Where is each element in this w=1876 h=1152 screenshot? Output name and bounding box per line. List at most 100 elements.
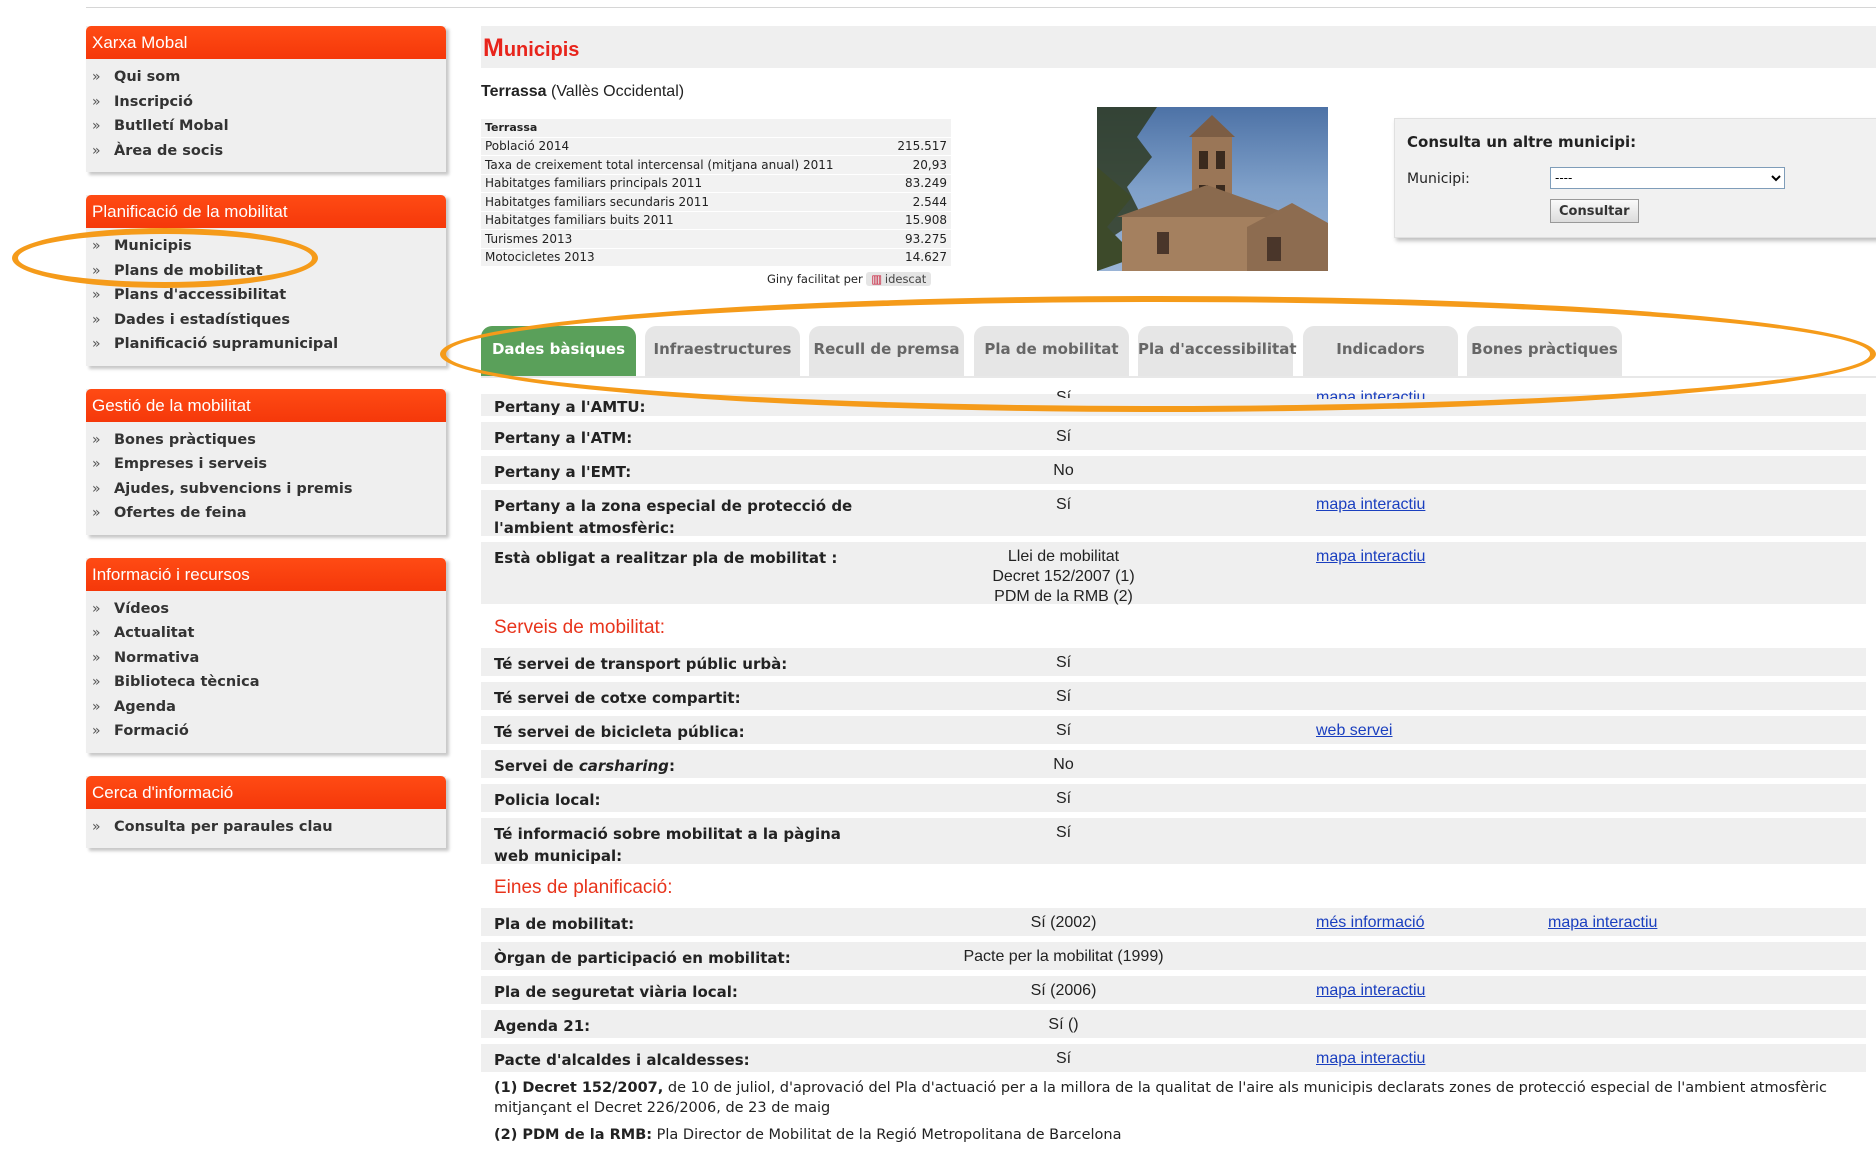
double-chevron-right-icon: » (92, 311, 101, 328)
sidebar-item-inscripcio[interactable]: » Inscripció (86, 90, 446, 115)
sidebar-item-label: Dades i estadístiques (114, 311, 290, 328)
page-title: Municipis (481, 26, 1876, 68)
data-row-label: Pertany a la zona especial de protecció … (494, 497, 853, 537)
data-row: Pertany a l'ATM: Sí (481, 422, 1866, 450)
data-row-value: Sí (2002) (1030, 914, 1097, 931)
consultar-button[interactable]: Consultar (1550, 199, 1639, 223)
sidebar-item-normativa[interactable]: » Normativa (86, 646, 446, 671)
double-chevron-right-icon: » (92, 649, 101, 666)
sidebar-box-title: Informació i recursos (86, 557, 446, 591)
data-row-value: Sí (1055, 428, 1072, 445)
data-row: Agenda 21: Sí () (481, 1010, 1866, 1038)
sidebar-item-formacio[interactable]: » Formació (86, 719, 446, 744)
data-row-value: No (1053, 756, 1074, 773)
tab-infraestructures[interactable]: Infraestructures (645, 326, 800, 376)
stats-row: Habitatges familiars principals 2011 83.2… (481, 174, 951, 193)
data-row: Està obligat a realitzar pla de mobilita… (481, 542, 1866, 605)
sidebar-box-xarxa-mobal: Xarxa Mobal » Qui som » Inscripció » Butlletí … (86, 26, 446, 172)
tab-pla-de-mobilitat[interactable]: Pla de mobilitat (974, 326, 1129, 376)
tab-pla-d-accessibilitat[interactable]: Pla d'accessibilitat (1138, 326, 1297, 376)
sidebar-item-butlleti-mobal[interactable]: » Butlletí Mobal (86, 114, 446, 139)
sidebar-item-empreses-i-serveis[interactable]: » Empreses i serveis (86, 452, 446, 477)
link-mapa-interactiu[interactable]: mapa interactiu (1548, 913, 1657, 933)
stats-row: Habitatges familiars buits 2011 15.908 (481, 211, 951, 230)
sidebar-item-consulta-per-paraules-clau[interactable]: » Consulta per paraules clau (86, 815, 446, 840)
credit-text: Giny facilitat per (767, 272, 863, 286)
municipality-heading: Terrassa (Vallès Occidental) (481, 83, 684, 101)
sidebar-item-plans-de-mobilitat[interactable]: » Plans de mobilitat (86, 259, 446, 284)
stats-value: 83.249 (885, 174, 951, 193)
data-row: Pertany a la zona especial de protecció … (481, 490, 1866, 537)
municipi-select[interactable]: ---- (1550, 167, 1785, 189)
tab-dades-basiques[interactable]: Dades bàsiques (481, 326, 636, 376)
sidebar-item-dades-i-estadistiques[interactable]: » Dades i estadístiques (86, 308, 446, 333)
municipality-region: (Vallès Occidental) (550, 83, 685, 100)
idescat-logo[interactable]: ▥ idescat (866, 272, 932, 286)
footnote-ref: (2) PDM de la RMB: (494, 1127, 653, 1143)
data-row: Té servei de transport públic urbà: Sí (481, 648, 1866, 676)
footnote-text: Pla Director de Mobilitat de la Regió Me… (652, 1127, 1122, 1143)
tab-bar: Dades bàsiques Infraestructures Recull de … (481, 326, 1876, 378)
link-mapa-interactiu[interactable]: mapa interactiu (1316, 547, 1425, 567)
double-chevron-right-icon: » (92, 480, 101, 497)
double-chevron-right-icon: » (92, 69, 101, 85)
municipi-label: Municipi: (1407, 171, 1470, 187)
sidebar-item-label: Àrea de socis (114, 142, 224, 159)
tab-indicadors[interactable]: Indicadors (1303, 326, 1458, 376)
link-mapa-interactiu[interactable]: mapa interactiu (1316, 1049, 1425, 1069)
data-row: Policia local: Sí (481, 784, 1866, 812)
data-row-label: Pla de mobilitat: (494, 915, 635, 933)
tab-recull-de-premsa[interactable]: Recull de premsa (809, 326, 964, 376)
sidebar-item-videos[interactable]: » Vídeos (86, 597, 446, 622)
data-row-value: Sí (1055, 790, 1072, 807)
data-row: Té servei de cotxe compartit: Sí (481, 682, 1866, 710)
double-chevron-right-icon: » (92, 600, 101, 617)
sidebar-item-ofertes-de-feina[interactable]: » Ofertes de feina (86, 501, 446, 526)
sidebar-item-label: Actualitat (114, 625, 195, 641)
data-row-value: Sí (1055, 654, 1072, 671)
sidebar-item-agenda[interactable]: » Agenda (86, 695, 446, 720)
sidebar-item-qui-som[interactable]: » Qui som (86, 65, 446, 90)
link-mapa-interactiu[interactable]: mapa interactiu (1316, 981, 1425, 1001)
link-mapa-interactiu[interactable]: mapa interactiu (1316, 495, 1425, 515)
sidebar-item-label: Empreses i serveis (114, 456, 268, 472)
sidebar-item-label: Plans d'accessibilitat (114, 287, 287, 303)
double-chevron-right-icon: » (92, 118, 101, 134)
sidebar-item-bones-practiques[interactable]: » Bones pràctiques (86, 428, 446, 453)
double-chevron-right-icon: » (92, 238, 101, 254)
link-web-servei[interactable]: web servei (1316, 721, 1392, 741)
sidebar-item-label: Vídeos (114, 600, 169, 617)
data-row: Té servei de bicicleta pública: Sí web ser… (481, 716, 1866, 744)
stats-row: Turismes 2013 93.275 (481, 229, 951, 249)
sidebar-item-municipis[interactable]: » Municipis (86, 234, 446, 259)
stats-label: Habitatges familiars buits 2011 (481, 211, 886, 230)
data-row-value: No (1053, 462, 1074, 479)
sidebar-box-title: Xarxa Mobal (86, 26, 446, 59)
sidebar-item-label: Plans de mobilitat (114, 262, 263, 279)
tab-bones-practiques[interactable]: Bones pràctiques (1467, 326, 1622, 376)
link-mes-informacio[interactable]: més informació (1316, 913, 1424, 933)
stats-label: Població 2014 (481, 137, 886, 156)
double-chevron-right-icon: » (92, 625, 101, 641)
sidebar-item-actualitat[interactable]: » Actualitat (86, 621, 446, 646)
sidebar-item-area-de-socis[interactable]: » Àrea de socis (86, 139, 446, 164)
stats-label: Motocicletes 2013 (481, 248, 886, 267)
sidebar-item-label: Bones pràctiques (114, 431, 256, 448)
sidebar-item-planificacio-supramunicipal[interactable]: » Planificació supramunicipal (86, 332, 446, 357)
data-row-value: Sí (1055, 496, 1072, 513)
sidebar-item-label: Consulta per paraules clau (114, 818, 333, 835)
sidebar-item-ajudes-subvencions-i-premis[interactable]: » Ajudes, subvencions i premis (86, 477, 446, 502)
data-row-label: Pla de seguretat viària local: (494, 983, 738, 1001)
footnotes: (1) Decret 152/2007, de 10 de juliol, d'… (481, 1078, 1866, 1145)
sidebar-item-plans-d-accessibilitat[interactable]: » Plans d'accessibilitat (86, 283, 446, 308)
sidebar-item-biblioteca-tecnica[interactable]: » Biblioteca tècnica (86, 670, 446, 695)
sidebar-box-title: Gestió de la mobilitat (86, 388, 446, 422)
stats-label: Turismes 2013 (481, 229, 886, 249)
link-mapa-interactiu[interactable]: mapa interactiu (1316, 388, 1425, 399)
footnote-ref: (1) Decret 152/2007, (494, 1080, 664, 1096)
data-row-label: Policia local: (494, 791, 601, 809)
stats-value: 2.544 (885, 192, 951, 212)
double-chevron-right-icon: » (92, 698, 101, 715)
municipality-photo (1097, 107, 1328, 271)
data-row-value: Sí (1055, 722, 1072, 739)
